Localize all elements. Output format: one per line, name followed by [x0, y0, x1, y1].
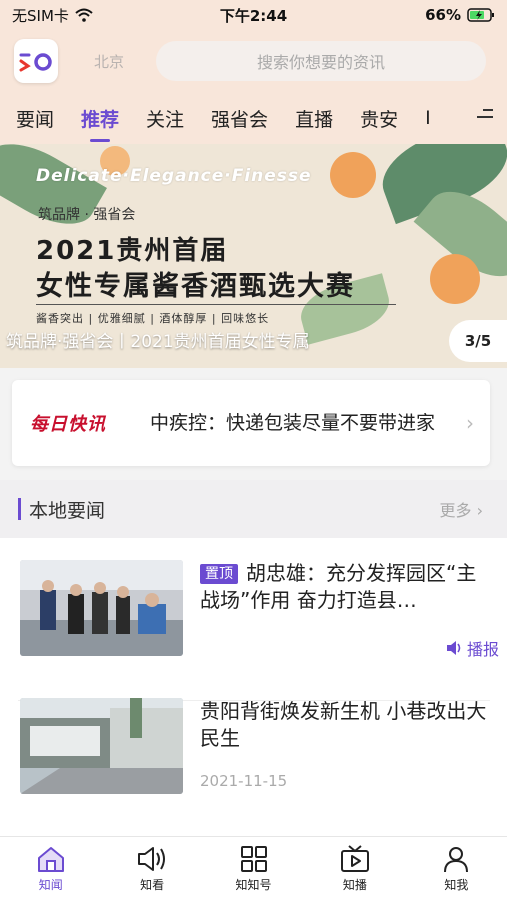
tab-guian[interactable]: 贵安 [360, 105, 398, 132]
banner-subtitle: 筑品牌 · 强省会 [38, 207, 136, 223]
banner-title-line2: 女性专属酱香酒甄选大赛 [36, 271, 355, 302]
channel-tabs: 要闻 推荐 关注 强省会 直播 贵安 I [0, 92, 507, 144]
banner-brand-line: Delicate·Elegance·Finesse [36, 166, 312, 186]
banner-divider [36, 304, 396, 305]
nav-label: 知播 [342, 877, 367, 892]
nav-label: 知知号 [235, 877, 272, 892]
battery-group: 66% [425, 6, 495, 24]
nav-label: 知看 [140, 877, 165, 892]
banner-pager: 3/5 [449, 320, 507, 362]
pinned-badge: 置顶 [200, 564, 238, 584]
local-news-header: 本地要闻 更多 › [0, 480, 507, 538]
orange-decoration [330, 152, 376, 198]
nav-channels[interactable]: 知知号 [203, 837, 304, 900]
news-title: 贵阳背街焕发新生机 小巷改出大民生 [200, 699, 487, 750]
news-thumbnail [20, 698, 183, 794]
daily-flash-badge: 每日快讯 [30, 414, 106, 435]
tab-yaowen[interactable]: 要闻 [16, 105, 54, 132]
tab-recommend[interactable]: 推荐 [81, 105, 119, 142]
nav-home[interactable]: 知闻 [0, 837, 101, 900]
orange-decoration [430, 254, 480, 304]
nav-label: 知闻 [38, 877, 63, 892]
app-header: 北京 搜索你想要的资讯 [0, 30, 507, 92]
tab-follow[interactable]: 关注 [146, 105, 184, 132]
section-accent-bar [18, 498, 21, 520]
status-bar: 无SIM卡 下午2:44 66% [0, 0, 507, 30]
tv-icon [340, 844, 369, 872]
nav-watch[interactable]: 知看 [101, 837, 202, 900]
banner-title-line1: 2021贵州首届 [36, 236, 229, 266]
news-title-text: 胡忠雄：充分发挥园区“主战场”作用 奋力打造县… [200, 561, 477, 612]
tabs-fade [427, 102, 467, 134]
news-title: 置顶 胡忠雄：充分发挥园区“主战场”作用 奋力打造县… [200, 560, 492, 614]
wifi-icon [75, 8, 93, 22]
carrier-label: 无SIM卡 [12, 6, 69, 25]
channel-menu-icon[interactable] [477, 109, 493, 125]
hero-banner[interactable]: Delicate·Elegance·Finesse 筑品牌 · 强省会 2021… [0, 144, 507, 368]
news-thumbnail [20, 560, 183, 656]
carrier-group: 无SIM卡 [12, 5, 93, 26]
battery-percent: 66% [425, 6, 461, 24]
home-icon [37, 846, 64, 872]
news-list: 置顶 胡忠雄：充分发挥园区“主战场”作用 奋力打造县… 播报 贵阳背街焕发新生机 … [0, 538, 507, 836]
news-date: 2021-11-15 [200, 772, 288, 790]
tab-strong-capital[interactable]: 强省会 [211, 105, 268, 132]
daily-flash-card[interactable]: 每日快讯 中疾控：快递包装尽量不要带进家 › [12, 380, 490, 466]
leaf-decoration [0, 144, 107, 240]
app-logo[interactable] [14, 39, 58, 83]
listen-button[interactable]: 播报 [445, 636, 499, 660]
person-icon [444, 846, 469, 872]
chevron-right-icon: › [476, 501, 483, 520]
nav-broadcast[interactable]: 知播 [304, 837, 405, 900]
grid-icon [240, 845, 267, 872]
listen-label: 播报 [466, 640, 499, 659]
battery-icon [467, 8, 494, 22]
speaker-icon [138, 846, 166, 871]
list-item[interactable]: 贵阳背街焕发新生机 小巷改出大民生 2021-11-15 [0, 698, 507, 848]
section-title: 本地要闻 [29, 499, 106, 522]
more-label: 更多 [439, 501, 472, 520]
city-selector[interactable]: 北京 [94, 51, 124, 72]
daily-flash-headline: 中疾控：快递包装尽量不要带进家 [150, 411, 436, 434]
banner-caption: 筑品牌·强省会丨2021贵州首届女性专属 [6, 332, 310, 352]
search-input[interactable]: 搜索你想要的资讯 [156, 41, 487, 81]
list-item[interactable]: 置顶 胡忠雄：充分发挥园区“主战场”作用 奋力打造县… 播报 [0, 560, 507, 710]
tab-live[interactable]: 直播 [295, 105, 333, 132]
more-link[interactable]: 更多 › [439, 497, 483, 521]
nav-me[interactable]: 知我 [406, 837, 507, 900]
chevron-right-icon: › [466, 411, 474, 435]
nav-label: 知我 [444, 877, 469, 892]
speaker-icon [446, 641, 461, 655]
banner-tags: 酱香突出 | 优雅细腻 | 酒体醇厚 | 回味悠长 [36, 312, 270, 325]
bottom-nav: 知闻 知看 知知号 知播 知我 [0, 836, 507, 900]
logo-icon [19, 53, 52, 72]
